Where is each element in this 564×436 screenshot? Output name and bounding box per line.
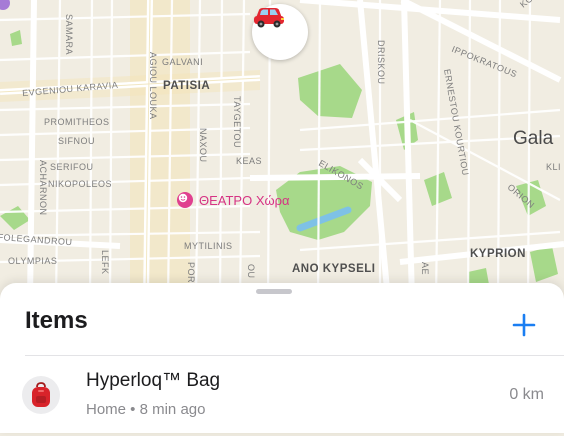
map-label-kli: KLI — [546, 162, 562, 172]
backpack-icon — [22, 376, 60, 414]
item-subtitle: Home • 8 min ago — [86, 401, 206, 418]
add-item-button[interactable] — [510, 311, 538, 339]
theatre-masks-icon — [177, 192, 193, 208]
map-label-nikopoleos: NIKOPOLEOS — [48, 179, 113, 189]
map-label-driskou: DRISKOU — [376, 40, 386, 85]
map-label-ano-kypseli: ANO KYPSELI — [292, 263, 376, 275]
items-sheet: Items Hyperloq™ Bag Home • 8 min ago 0 k… — [0, 283, 564, 433]
map-label-galvani: GALVANI — [162, 57, 204, 67]
map-label-prometheos: PROMITHEOS — [44, 117, 110, 127]
map-label-taygetou: TAYGETOU — [232, 96, 242, 149]
map-label-samara: SAMARA — [64, 14, 74, 56]
map-label-por: POR — [186, 262, 196, 284]
map-label-gala: Gala — [513, 128, 554, 149]
sheet-title: Items — [25, 307, 88, 334]
map-label-serifou: SERIFOU — [50, 162, 94, 172]
map-label-olympias: OLYMPIAS — [8, 256, 58, 266]
plus-icon — [510, 313, 538, 343]
map-label-agiou-louka: AGIOU LOUKA — [148, 52, 158, 120]
map-label-mytilinis: MYTILINIS — [184, 241, 233, 251]
map-label-kyprion: KYPRION — [470, 248, 526, 260]
map-label-naxou: NAXOU — [198, 128, 208, 163]
map-view[interactable]: SAMARA GALVANI AGIOU LOUKA EVGENIOU KARA… — [0, 0, 564, 300]
theatre-label: ΘΕΑΤΡΟ Χώρα — [199, 192, 290, 208]
map-label-sifnou: SIFNOU — [58, 136, 96, 146]
map-label-patisia: PATISIA — [163, 80, 211, 92]
map-label-acharnon: ACHARNON — [38, 160, 48, 216]
map-label-ou: OU — [246, 264, 256, 279]
map-label-keas: KEAS — [236, 156, 263, 166]
item-name: Hyperloq™ Bag — [86, 370, 221, 391]
car-location-marker[interactable] — [252, 4, 308, 60]
sheet-grabber[interactable] — [256, 289, 292, 294]
map-label-ae: AE — [420, 262, 430, 276]
theatre-poi[interactable]: ΘΕΑΤΡΟ Χώρα — [177, 192, 290, 208]
map-label-lefk: LEFK — [100, 250, 110, 275]
item-row-hyperloq-bag[interactable]: Hyperloq™ Bag Home • 8 min ago 0 km — [0, 356, 564, 436]
item-distance: 0 km — [509, 386, 544, 403]
